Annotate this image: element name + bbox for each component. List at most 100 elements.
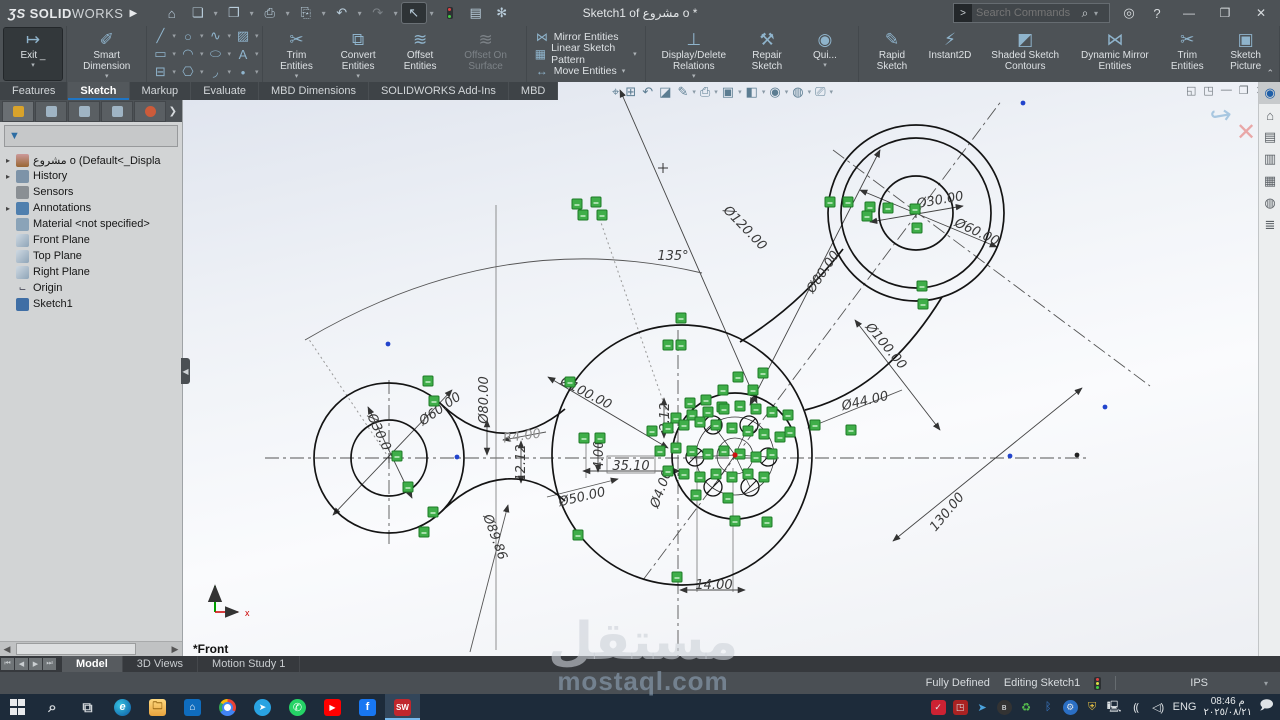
select-cursor-icon-dropdown[interactable]: ▾	[428, 9, 436, 18]
taskbar-whatsapp-icon[interactable]: ✆	[280, 694, 315, 720]
tree-item-front-plane[interactable]: Front Plane	[0, 232, 182, 248]
ellipse-icon[interactable]: ⬭	[206, 46, 224, 62]
slot-dropdown-icon[interactable]: ▾	[172, 68, 176, 76]
tab-solidworks-add-ins[interactable]: SOLIDWORKS Add-Ins	[369, 82, 509, 100]
tray-wifi-icon[interactable]: ⸨	[1129, 700, 1144, 715]
circle-dropdown-icon[interactable]: ▾	[200, 32, 204, 40]
search-icon[interactable]: ⌕	[1078, 6, 1092, 21]
save-icon[interactable]: ⎙	[258, 3, 282, 23]
tab-sketch[interactable]: Sketch	[68, 82, 129, 100]
dimension-text[interactable]: Ø80.00	[477, 376, 492, 424]
tree-item-annotations[interactable]: ▸Annotations	[0, 200, 182, 216]
tray-app-check-icon[interactable]: ✓	[931, 700, 946, 715]
new-file-icon-dropdown[interactable]: ▾	[212, 9, 220, 18]
tree-item-right-plane[interactable]: Right Plane	[0, 264, 182, 280]
ribbon-trim-entities[interactable]: ✂Trim Entities	[1158, 28, 1216, 80]
appearance-icon-dropdown[interactable]: ▾	[808, 88, 812, 96]
hide-show-icon-dropdown[interactable]: ▾	[785, 88, 789, 96]
arc-icon[interactable]: ◠	[179, 46, 197, 62]
taskbar-chrome-icon[interactable]	[210, 694, 245, 720]
ribbon-exit-[interactable]: ↦Exit _▾	[4, 28, 62, 80]
dimension-text[interactable]: 12.12	[514, 444, 529, 481]
scene-icon[interactable]: ⎙	[698, 84, 712, 100]
print-icon[interactable]: ⎘	[294, 3, 318, 23]
taskbar-store-icon[interactable]: ⌂	[175, 694, 210, 720]
model-tab-motion-study-1[interactable]: Motion Study 1	[198, 656, 300, 672]
tree-filter-bar[interactable]: ▼	[4, 125, 178, 147]
tab-evaluate[interactable]: Evaluate	[191, 82, 259, 100]
view-settings-icon[interactable]: ⎚	[813, 84, 827, 100]
ribbon-collapse-icon[interactable]: ⌃	[1266, 68, 1274, 79]
account-icon[interactable]: ◎	[1120, 5, 1138, 21]
taskbar-search-icon[interactable]: ⌕	[35, 694, 70, 720]
model-tab-3d-views[interactable]: 3D Views	[123, 656, 198, 672]
language-indicator[interactable]: ENG	[1173, 700, 1197, 715]
text-dropdown-icon[interactable]: ▾	[255, 50, 259, 58]
ribbon-move-entities[interactable]: ↔Move Entities▾	[531, 63, 641, 79]
taskbar-facebook-icon[interactable]: f	[350, 694, 385, 720]
3dexperience-icon[interactable]: ◉	[1259, 82, 1280, 104]
ribbon-repair-sketch[interactable]: ⚒Repair Sketch	[738, 28, 796, 80]
annotation-icon[interactable]: ✎	[675, 84, 690, 100]
dimension-text[interactable]: Ø100.00	[861, 319, 909, 372]
tray-swirl-icon[interactable]: ♻	[1019, 700, 1034, 715]
graphics-area[interactable]: Ø120.00135°Ø80.00Ø30.00Ø60.00Ø100.00Ø44.…	[182, 82, 1258, 656]
display-style-icon-dropdown[interactable]: ▾	[762, 88, 766, 96]
displaymanager-tab[interactable]	[134, 101, 166, 122]
search-input[interactable]	[972, 7, 1078, 19]
ellipse-dropdown-icon[interactable]: ▾	[227, 50, 231, 58]
dimension-text[interactable]: R4.00	[502, 426, 542, 446]
taskbar-edge-icon[interactable]: e	[105, 694, 140, 720]
tray-shield-warning-icon[interactable]: ⛨	[1085, 700, 1100, 715]
dimension-text[interactable]: Ø30.00	[914, 189, 964, 212]
display-style-icon[interactable]: ◧	[744, 84, 760, 100]
polygon-icon[interactable]: ⎔	[179, 64, 197, 80]
model-tab-model[interactable]: Model	[62, 656, 123, 672]
home-icon[interactable]: ⌂	[160, 3, 184, 23]
shade-icon[interactable]: ▨	[234, 28, 252, 44]
sketch-drawing[interactable]: Ø120.00135°Ø80.00Ø30.00Ø60.00Ø100.00Ø44.…	[182, 82, 1258, 656]
tree-item-origin[interactable]: ⌙Origin	[0, 280, 182, 296]
new-file-icon[interactable]: ❏	[186, 3, 210, 23]
propertymanager-tab[interactable]	[35, 101, 67, 122]
doc-cascade-icon[interactable]: ◳	[1203, 84, 1213, 97]
taskbar-solidworks-icon[interactable]: SW	[385, 694, 420, 720]
arc-dropdown-icon[interactable]: ▾	[200, 50, 204, 58]
save-icon-dropdown[interactable]: ▾	[284, 9, 292, 18]
scroll-right-icon[interactable]: ▶	[168, 644, 182, 655]
doc-restore-icon[interactable]: ❐	[1239, 84, 1249, 97]
fillet-icon[interactable]: ◞	[206, 64, 224, 80]
action-center-icon[interactable]: 🗩	[1259, 700, 1274, 715]
redo-icon[interactable]: ↷	[366, 3, 390, 23]
ribbon-qui-[interactable]: ◉Qui...▾	[796, 28, 854, 80]
polygon-dropdown-icon[interactable]: ▾	[200, 68, 204, 76]
view-palette-icon[interactable]: ▦	[1259, 170, 1280, 192]
line-dropdown-icon[interactable]: ▾	[172, 32, 176, 40]
expand-icon[interactable]: ▸	[4, 204, 12, 213]
zoom-area-icon[interactable]: ⊞	[623, 84, 638, 100]
ribbon-dynamic-mirror-entities[interactable]: ⋈Dynamic Mirror Entities	[1071, 28, 1158, 80]
shade-dropdown-icon[interactable]: ▾	[255, 32, 259, 40]
point-dropdown-icon[interactable]: ▾	[255, 68, 259, 76]
open-file-icon[interactable]: ❐	[222, 3, 246, 23]
dimension-text[interactable]: Ø44.00	[839, 389, 890, 415]
ribbon-instant2d[interactable]: ⚡Instant2D	[921, 28, 979, 80]
point-icon[interactable]: •	[234, 64, 252, 80]
settings-gear-icon[interactable]: ✻	[490, 3, 514, 23]
dimension-text[interactable]: Ø89.86	[479, 511, 510, 562]
rectangle-dropdown-icon[interactable]: ▾	[172, 50, 176, 58]
undo-icon-dropdown[interactable]: ▾	[356, 9, 364, 18]
taskbar-youtube-icon[interactable]: ▶	[315, 694, 350, 720]
modeltab-nav-2[interactable]: ▶	[29, 658, 42, 670]
tree-item-sensors[interactable]: Sensors	[0, 184, 182, 200]
tree-item-top-plane[interactable]: Top Plane	[0, 248, 182, 264]
taskbar-start-icon[interactable]	[0, 694, 35, 720]
view-orientation-icon[interactable]: ▣	[720, 84, 736, 100]
exit-sketch-confirm-icon[interactable]: ↩	[1207, 98, 1234, 132]
dimension-text[interactable]: 35.10	[612, 459, 649, 474]
previous-view-icon[interactable]: ↶	[640, 84, 655, 100]
view-settings-icon-dropdown[interactable]: ▾	[830, 88, 834, 96]
undo-icon[interactable]: ↶	[330, 3, 354, 23]
tab-features[interactable]: Features	[0, 82, 68, 100]
design-library-icon[interactable]: ▤	[1259, 126, 1280, 148]
